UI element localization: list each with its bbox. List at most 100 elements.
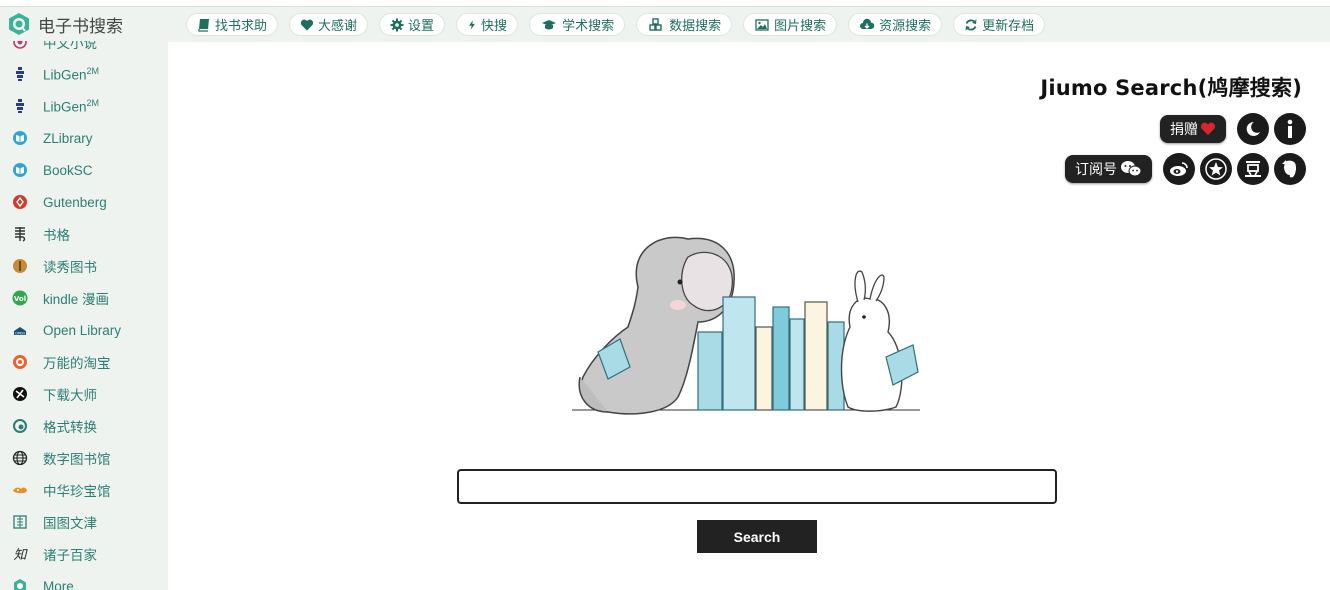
sidebar-item-label: ZLibrary — [43, 131, 93, 146]
sidebar-item-label: 下载大师 — [43, 384, 97, 404]
sidebar-item-text: More — [43, 578, 74, 590]
topnav-item[interactable]: 数据搜索 — [636, 13, 733, 36]
sidebar-item[interactable]: Vol kindle 漫画 — [0, 282, 168, 314]
sidebar-item[interactable]: 万能的淘宝 — [0, 346, 168, 378]
sidebar-item-label: 数字图书馆 — [43, 448, 111, 468]
heart-icon — [300, 18, 318, 32]
brand-header[interactable]: 电子书搜索 — [0, 7, 168, 41]
sidebar-item[interactable]: ZLibrary — [0, 122, 168, 154]
sidebar-item-text: 国图文津 — [43, 516, 97, 531]
libgen-icon — [12, 98, 28, 114]
reading-animals-illustration — [572, 236, 920, 415]
svg-text:OPEN: OPEN — [15, 331, 25, 335]
sidebar-item-text: Gutenberg — [43, 194, 107, 210]
cloud-download-icon — [859, 18, 879, 32]
sidebar-item-text: ZLibrary — [43, 130, 93, 146]
sidebar-item-text: 数字图书馆 — [43, 452, 111, 467]
sidebar-item-label: kindle 漫画 — [43, 288, 109, 308]
sidebar-item-label: 万能的淘宝 — [43, 352, 111, 372]
sidebar-item-sup: 2M — [86, 65, 100, 76]
info-icon[interactable] — [1274, 113, 1306, 145]
header-actions-row-2: 订阅号 — [1065, 153, 1306, 185]
topnav-item[interactable]: 设置 — [379, 13, 446, 36]
zlibrary-icon — [12, 130, 28, 146]
sidebar-item[interactable]: 国图文津 — [0, 506, 168, 538]
sidebar-item-label: 国图文津 — [43, 512, 97, 532]
shuge-icon — [12, 226, 28, 242]
sidebar-item-text: 万能的淘宝 — [43, 356, 111, 371]
sidebar-item[interactable]: 知 诸子百家 — [0, 538, 168, 570]
weibo-icon[interactable] — [1163, 153, 1195, 185]
sidebar-item[interactable]: LibGen2M — [0, 58, 168, 90]
main-content: Jiumo Search(鸠摩搜索) 捐赠 订阅号 Search — [168, 42, 1330, 590]
sidebar-item[interactable]: More — [0, 570, 168, 590]
download-master-icon — [12, 386, 28, 402]
topnav-item-label: 数据搜索 — [669, 18, 722, 33]
topnav-item[interactable]: 快搜 — [456, 13, 519, 36]
sidebar-item-label: Open Library — [43, 323, 121, 338]
sidebar-item-text: BookSC — [43, 162, 93, 178]
topnav-item[interactable]: 大感谢 — [289, 13, 369, 36]
svg-text:知: 知 — [13, 548, 28, 562]
image-icon — [754, 18, 774, 32]
topnav-item-label: 快搜 — [481, 18, 508, 33]
jiumo-logo-icon — [9, 13, 29, 35]
sidebar-item[interactable]: OPEN Open Library — [0, 314, 168, 346]
sidebar-item-text: 下载大师 — [43, 388, 97, 403]
sidebar-item[interactable]: LibGen2M — [0, 90, 168, 122]
duxiu-icon — [12, 258, 28, 274]
sidebar-item-text: Open Library — [43, 322, 122, 338]
topnav-item[interactable]: 资源搜索 — [848, 13, 943, 36]
donate-button[interactable]: 捐赠 — [1160, 115, 1226, 143]
sidebar-item[interactable]: 下载大师 — [0, 378, 168, 410]
sidebar-item-label: 格式转换 — [43, 416, 97, 436]
search-input[interactable] — [457, 469, 1057, 504]
wechat-icon — [1121, 161, 1142, 177]
format-convert-icon — [12, 418, 28, 434]
sidebar-item-text: 读秀图书 — [43, 260, 97, 275]
topnav-item-label: 找书求助 — [215, 18, 268, 33]
douban-icon[interactable] — [1237, 153, 1269, 185]
sidebar-item-text: 中华珍宝馆 — [43, 484, 111, 499]
sidebar-item-text: 书格 — [43, 228, 70, 243]
subscribe-button[interactable]: 订阅号 — [1065, 155, 1152, 183]
sidebar: 中文小说 LibGen2M LibGen2M ZLibrary BookSC Gutenb… — [0, 7, 168, 590]
gear-icon — [390, 18, 408, 32]
sidebar-item[interactable]: 中华珍宝馆 — [0, 474, 168, 506]
topnav-item[interactable]: 找书求助 — [186, 13, 279, 36]
gutenberg-icon — [12, 194, 28, 210]
topnav-item-label: 设置 — [408, 18, 435, 33]
sidebar-item[interactable]: 格式转换 — [0, 410, 168, 442]
topnav-item[interactable]: 图片搜索 — [743, 13, 838, 36]
taobao-icon — [12, 354, 28, 370]
evernote-icon[interactable] — [1274, 153, 1306, 185]
topnav-item[interactable]: 更新存档 — [953, 13, 1046, 36]
sidebar-item[interactable]: BookSC — [0, 154, 168, 186]
topnav-item[interactable]: 学术搜索 — [529, 13, 626, 36]
sidebar-item[interactable]: 书格 — [0, 218, 168, 250]
donate-label: 捐赠 — [1170, 122, 1198, 138]
zhuzi-icon: 知 — [12, 546, 28, 562]
bolt-icon — [467, 18, 481, 32]
sidebar-item[interactable]: 数字图书馆 — [0, 442, 168, 474]
sidebar-item[interactable]: Gutenberg — [0, 186, 168, 218]
search-button[interactable]: Search — [697, 520, 817, 553]
sidebar-item-label: BookSC — [43, 163, 93, 178]
refresh-icon — [964, 18, 982, 32]
svg-text:Vol: Vol — [14, 295, 26, 303]
star-icon[interactable] — [1200, 153, 1232, 185]
sidebar-item-label: More — [43, 579, 74, 590]
header-actions-row-1: 捐赠 — [1160, 113, 1306, 145]
night-mode-icon[interactable] — [1237, 113, 1269, 145]
heart-icon — [1200, 122, 1216, 135]
topnav-item-label: 资源搜索 — [879, 18, 932, 33]
sidebar-item-text: kindle 漫画 — [43, 292, 110, 307]
treasure-icon — [12, 482, 28, 498]
sidebar-item-text: 诸子百家 — [43, 548, 97, 563]
sidebar-item[interactable]: 读秀图书 — [0, 250, 168, 282]
sidebar-item-text: LibGen — [43, 67, 87, 83]
sidebar-list: 中文小说 LibGen2M LibGen2M ZLibrary BookSC Gutenb… — [0, 26, 168, 590]
globe-icon — [12, 450, 28, 466]
topnav-item-label: 大感谢 — [318, 18, 358, 33]
national-library-icon — [12, 514, 28, 530]
